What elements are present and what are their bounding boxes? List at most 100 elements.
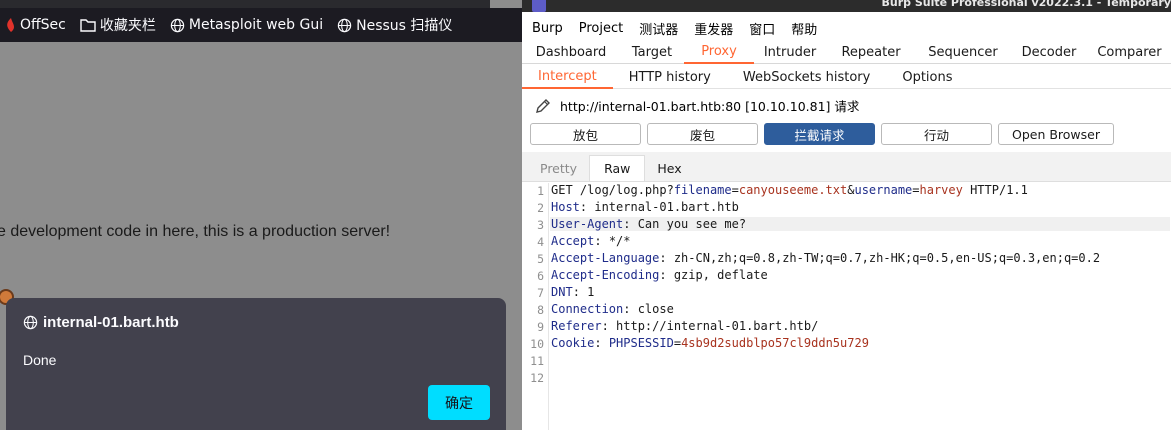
line-number: 3 bbox=[537, 218, 544, 232]
tab-proxy[interactable]: Proxy bbox=[684, 40, 754, 64]
main-tab-bar: Dashboard Target Proxy Intruder Repeater… bbox=[522, 40, 1171, 64]
header-key: DNT bbox=[551, 285, 573, 299]
drop-button[interactable]: 废包 bbox=[647, 123, 758, 145]
header-line: DNT: 1 bbox=[551, 285, 595, 299]
request-target: http://internal-01.bart.htb:80 [10.10.10… bbox=[560, 99, 860, 114]
pencil-icon[interactable] bbox=[534, 97, 552, 115]
line-number-gutter: 1 2 3 4 5 6 7 8 9 10 11 12 bbox=[522, 183, 549, 430]
burp-title-bar: Burp Suite Professional v2022.3.1 - Temp… bbox=[522, 0, 1171, 12]
header-value: Can you see me? bbox=[637, 217, 747, 231]
menu-project[interactable]: Project bbox=[579, 21, 623, 36]
bookmark-favorites-folder[interactable]: 收藏夹栏 bbox=[80, 15, 156, 35]
tab-sequencer[interactable]: Sequencer bbox=[916, 40, 1010, 64]
request-target-line: http://internal-01.bart.htb:80 [10.10.10… bbox=[534, 96, 859, 115]
tab-target[interactable]: Target bbox=[620, 40, 684, 64]
header-value: 1 bbox=[587, 285, 595, 299]
line-number: 12 bbox=[530, 371, 544, 385]
bookmarks-bar: OffSec 收藏夹栏 Metasploit web Gui Nessus 扫描… bbox=[0, 8, 522, 42]
open-browser-button[interactable]: Open Browser bbox=[998, 123, 1114, 145]
header-key: Accept bbox=[551, 234, 595, 248]
tab-intruder[interactable]: Intruder bbox=[754, 40, 826, 64]
tab-options[interactable]: Options bbox=[886, 65, 968, 89]
globe-icon bbox=[170, 18, 185, 32]
header-value: http://internal-01.bart.htb/ bbox=[616, 319, 819, 333]
browser-window: OffSec 收藏夹栏 Metasploit web Gui Nessus 扫描… bbox=[0, 0, 522, 430]
header-line-selected: User-Agent: Can you see me? bbox=[550, 217, 1170, 231]
header-key: Connection bbox=[551, 302, 624, 316]
bookmark-metasploit[interactable]: Metasploit web Gui bbox=[170, 17, 323, 33]
header-line: Cookie: PHPSESSID=4sb9d2sudblpo57cl9ddn5… bbox=[551, 336, 869, 350]
param-key: username bbox=[854, 183, 913, 197]
header-line: Host: internal-01.bart.htb bbox=[551, 200, 739, 214]
tab-raw[interactable]: Raw bbox=[589, 155, 646, 181]
header-key: Accept-Encoding bbox=[551, 268, 660, 282]
menu-window[interactable]: 窗口 bbox=[749, 19, 775, 38]
tab-websockets-history[interactable]: WebSockets history bbox=[727, 65, 886, 89]
menu-intruder[interactable]: 测试器 bbox=[639, 19, 678, 38]
bookmark-label: 收藏夹栏 bbox=[99, 18, 156, 34]
bookmark-label: OffSec bbox=[20, 17, 66, 33]
menu-repeater[interactable]: 重发器 bbox=[694, 19, 733, 38]
header-value: gzip, deflate bbox=[673, 268, 768, 282]
header-key: Host bbox=[551, 200, 580, 214]
cookie-value: 4sb9d2sudblpo57cl9ddn5u729 bbox=[681, 336, 869, 350]
bookmark-label: Nessus 扫描仪 bbox=[356, 18, 453, 34]
line-number: 11 bbox=[530, 354, 544, 368]
header-value: close bbox=[637, 302, 674, 316]
browser-tab-strip bbox=[0, 0, 490, 8]
tab-dashboard[interactable]: Dashboard bbox=[522, 40, 620, 64]
header-line: Referer: http://internal-01.bart.htb/ bbox=[551, 319, 819, 333]
param-value: harvey bbox=[919, 183, 963, 197]
header-key: Cookie bbox=[551, 336, 595, 350]
proxy-sub-tab-bar: Intercept HTTP history WebSockets histor… bbox=[522, 65, 1171, 89]
param-value: canyouseeme.txt bbox=[738, 183, 848, 197]
tab-pretty[interactable]: Pretty bbox=[528, 155, 589, 181]
tab-http-history[interactable]: HTTP history bbox=[613, 65, 727, 89]
header-key: Referer bbox=[551, 319, 602, 333]
dialog-title: internal-01.bart.htb bbox=[23, 314, 179, 331]
header-line: Accept-Encoding: gzip, deflate bbox=[551, 268, 768, 282]
line-number: 1 bbox=[537, 184, 544, 198]
line-number: 8 bbox=[537, 303, 544, 317]
intercept-toggle-button[interactable]: 拦截请求 bbox=[764, 123, 875, 145]
menu-burp[interactable]: Burp bbox=[532, 21, 563, 36]
tab-decoder[interactable]: Decoder bbox=[1010, 40, 1088, 64]
tab-comparer[interactable]: Comparer bbox=[1088, 40, 1171, 64]
dialog-message: Done bbox=[23, 352, 57, 368]
tab-intercept[interactable]: Intercept bbox=[522, 65, 613, 89]
bookmark-nessus[interactable]: Nessus 扫描仪 bbox=[337, 15, 452, 35]
bookmark-offsec[interactable]: OffSec bbox=[6, 17, 66, 33]
line-number: 9 bbox=[537, 320, 544, 334]
page-body-text: e development code in here, this is a pr… bbox=[0, 223, 391, 240]
alert-dialog: internal-01.bart.htb Done 确定 bbox=[6, 298, 506, 430]
action-button[interactable]: 行动 bbox=[881, 123, 992, 145]
window-title: Burp Suite Professional v2022.3.1 - Temp… bbox=[881, 0, 1171, 9]
line-number: 10 bbox=[530, 337, 544, 351]
tab-hex[interactable]: Hex bbox=[645, 155, 693, 181]
tab-repeater[interactable]: Repeater bbox=[826, 40, 916, 64]
method-path: GET /log/log.php? bbox=[551, 183, 674, 197]
dialog-origin: internal-01.bart.htb bbox=[43, 314, 179, 331]
menu-bar: Burp Project 测试器 重发器 窗口 帮助 bbox=[522, 14, 1171, 42]
request-editor[interactable]: 1 2 3 4 5 6 7 8 9 10 11 12 GET /log/log.… bbox=[522, 183, 1171, 430]
burp-logo-icon bbox=[532, 0, 546, 12]
offsec-icon bbox=[7, 18, 14, 32]
globe-icon bbox=[337, 18, 352, 32]
header-value: */* bbox=[608, 234, 631, 248]
menu-help[interactable]: 帮助 bbox=[791, 19, 817, 38]
line-number: 7 bbox=[537, 286, 544, 300]
message-view-tabs: Pretty Raw Hex bbox=[522, 152, 1171, 182]
dialog-ok-button[interactable]: 确定 bbox=[428, 385, 490, 420]
http-version: HTTP/1.1 bbox=[962, 183, 1028, 197]
header-line: Connection: close bbox=[551, 302, 674, 316]
burp-window: Burp Suite Professional v2022.3.1 - Temp… bbox=[522, 0, 1171, 430]
line-number: 2 bbox=[537, 201, 544, 215]
bookmark-label: Metasploit web Gui bbox=[188, 17, 324, 33]
intercept-button-row: 放包 废包 拦截请求 行动 Open Browser bbox=[530, 123, 1114, 145]
line-number: 6 bbox=[537, 269, 544, 283]
forward-button[interactable]: 放包 bbox=[530, 123, 641, 145]
folder-icon bbox=[80, 19, 96, 32]
header-line: Accept: */* bbox=[551, 234, 631, 248]
param-key: filename bbox=[673, 183, 732, 197]
globe-icon bbox=[23, 315, 38, 330]
